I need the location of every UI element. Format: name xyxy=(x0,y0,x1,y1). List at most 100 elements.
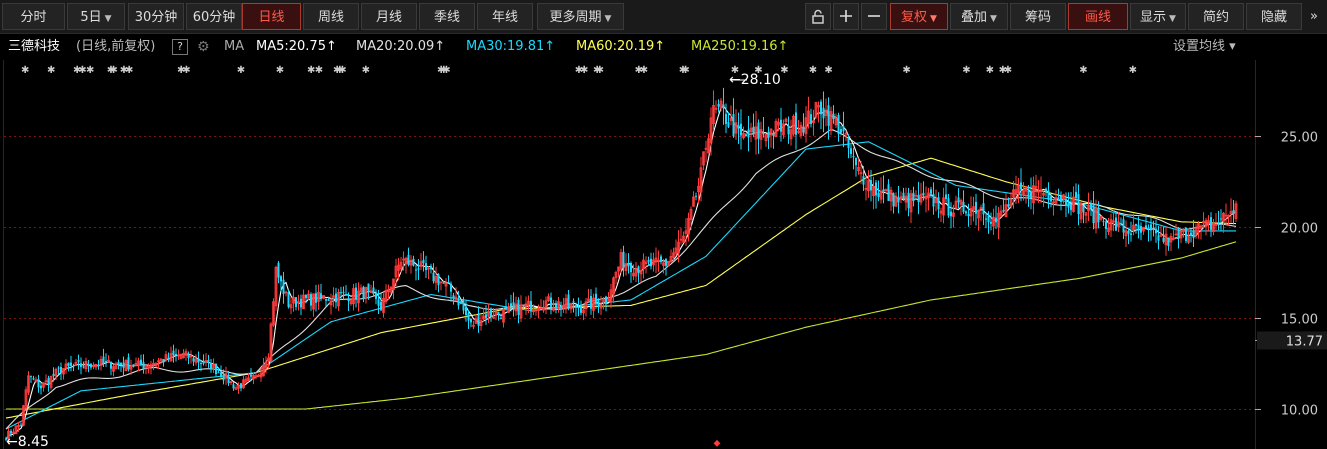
candle-body-down xyxy=(855,157,857,166)
zoom-in-icon[interactable] xyxy=(833,3,859,30)
candle-body-down xyxy=(142,362,145,369)
candle-body-down xyxy=(967,213,970,217)
event-marker-icon: ✱ xyxy=(780,65,788,76)
period-button-3[interactable]: 60分钟 xyxy=(186,3,242,30)
y-tick-label: 20.00 xyxy=(1281,222,1318,237)
candle-body-down xyxy=(1077,194,1080,214)
candle-body-down xyxy=(995,217,997,223)
event-marker-icon: ✱ xyxy=(640,65,648,76)
tool-button-5[interactable]: 简约 xyxy=(1188,3,1244,30)
period-button-0[interactable]: 分时 xyxy=(2,3,65,30)
candle-body-down xyxy=(1045,188,1047,193)
candle-body-down xyxy=(832,113,835,119)
candle-body-down xyxy=(1092,204,1095,224)
ma-label: MA xyxy=(224,39,245,54)
candle-body-down xyxy=(167,357,170,359)
candle-body-down xyxy=(497,311,500,315)
ma-legend-bar: 三德科技 (日线,前复权) ? ⚙ MA MA5:20.75↑ MA20:20.0… xyxy=(0,36,1327,58)
kline-svg[interactable]: 25.00 20.00 15.00 10.00 ✱ ✱ ✱ ✱ ✱ ✱ ✱ ✱ ✱ ✱ ✱ ✱ ✱ ✱ ✱ ✱ ✱ ✱ ✱ ✱… xyxy=(0,60,1327,449)
candle-body-down xyxy=(197,358,200,363)
candle-body-down xyxy=(192,358,195,362)
candle-body-down xyxy=(1137,224,1140,230)
candle-body-down xyxy=(52,374,55,377)
candle-body-down xyxy=(550,297,552,307)
event-marker-icon: ✱ xyxy=(962,65,970,76)
candle-body-down xyxy=(500,317,502,319)
candle-body-down xyxy=(162,359,165,363)
candle-body-down xyxy=(372,287,375,294)
period-button-5[interactable]: 周线 xyxy=(303,3,359,30)
candle-body-down xyxy=(985,218,987,220)
tool-label: 筹码 xyxy=(1024,10,1051,25)
candle-body-down xyxy=(987,215,990,223)
candle-body-down xyxy=(67,362,70,366)
event-marker-icon: ✱ xyxy=(125,65,133,76)
candle-body-down xyxy=(947,198,950,216)
tool-button-3[interactable]: 画线 xyxy=(1068,3,1128,30)
period-button-9[interactable]: 更多周期 ▼ xyxy=(537,3,624,30)
candle-body-down xyxy=(37,379,40,388)
candle-body-down xyxy=(90,363,92,368)
period-button-7[interactable]: 季线 xyxy=(419,3,475,30)
period-button-6[interactable]: 月线 xyxy=(361,3,417,30)
candle-body-down xyxy=(512,302,515,309)
candle-body-down xyxy=(345,293,347,296)
kline-chart[interactable]: 25.00 20.00 15.00 10.00 ✱ ✱ ✱ ✱ ✱ ✱ ✱ ✱ ✱ ✱ ✱ ✱ ✱ ✱ ✱ ✱ ✱ ✱ ✱ ✱… xyxy=(0,60,1327,449)
candle-body-down xyxy=(870,180,872,191)
event-marker-icon: ✱ xyxy=(315,65,323,76)
candle-body-down xyxy=(725,113,727,124)
candle-body-down xyxy=(30,376,32,378)
candle-body-down xyxy=(965,211,967,214)
event-marker-icon: ✱ xyxy=(182,65,190,76)
candle-body-down xyxy=(510,303,512,307)
candle-body-down xyxy=(930,189,932,194)
candle-body-down xyxy=(465,307,467,315)
period-label: 日线 xyxy=(258,10,285,25)
candle-body-down xyxy=(207,360,210,362)
period-button-4[interactable]: 日线 xyxy=(242,3,301,30)
help-icon[interactable]: ? xyxy=(172,39,188,55)
candle-body-down xyxy=(922,192,925,196)
tool-button-0[interactable]: 复权 ▼ xyxy=(890,3,948,30)
caret-down-icon: ▼ xyxy=(1169,14,1176,24)
candle-body-down xyxy=(437,274,440,286)
event-marker-icon: ✱ xyxy=(276,65,284,76)
ma-settings-button[interactable]: 设置均线 ▾ xyxy=(1173,36,1236,58)
candle-body-down xyxy=(1162,237,1165,242)
period-button-2[interactable]: 30分钟 xyxy=(128,3,184,30)
candle-body-down xyxy=(80,363,82,367)
tool-button-6[interactable]: 隐藏 xyxy=(1246,3,1302,30)
event-marker-icon: ✱ xyxy=(580,65,588,76)
candle-body-down xyxy=(852,156,855,158)
candle-body-down xyxy=(605,296,607,305)
candle-body-down xyxy=(447,282,450,284)
candle-body-down xyxy=(1030,191,1032,199)
event-marker-icon: ✱ xyxy=(1004,65,1012,76)
gear-icon[interactable]: ⚙ xyxy=(197,36,210,58)
tool-label: 复权 xyxy=(901,10,928,25)
zoom-out-icon[interactable] xyxy=(861,3,887,30)
collapse-icon[interactable]: » xyxy=(1303,3,1325,30)
candle-body-down xyxy=(722,104,725,109)
period-label: 周线 xyxy=(317,10,344,25)
candle-body-down xyxy=(460,301,462,304)
candle-body-down xyxy=(132,364,135,367)
candle-body-down xyxy=(120,362,122,366)
tool-button-4[interactable]: 显示 ▼ xyxy=(1130,3,1186,30)
candle-body-down xyxy=(762,132,765,135)
lock-icon[interactable] xyxy=(805,3,831,30)
tool-button-1[interactable]: 叠加 ▼ xyxy=(950,3,1008,30)
candle-body-down xyxy=(622,251,625,268)
candle-body-down xyxy=(1067,202,1070,208)
period-button-8[interactable]: 年线 xyxy=(477,3,533,30)
candle-body-down xyxy=(637,266,640,273)
tool-button-2[interactable]: 筹码 xyxy=(1010,3,1066,30)
candle-body-down xyxy=(282,279,285,295)
candle-body-down xyxy=(597,300,600,308)
candle-body-down xyxy=(882,189,885,192)
candle-body-down xyxy=(172,350,175,356)
candle-body-down xyxy=(320,293,322,298)
tool-label: 叠加 xyxy=(961,10,988,25)
period-button-1[interactable]: 5日 ▼ xyxy=(67,3,125,30)
candle-body-down xyxy=(737,125,740,129)
